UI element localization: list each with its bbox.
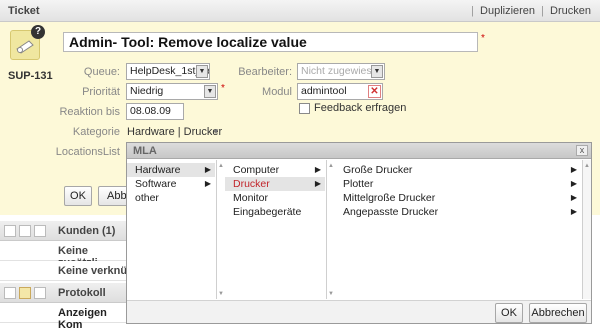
duplizieren-link[interactable]: Duplizieren — [477, 5, 538, 17]
chevron-right-icon: ▶ — [314, 165, 321, 174]
scroll-down-icon[interactable]: ▼ — [328, 291, 334, 297]
chevron-right-icon: ▶ — [570, 165, 577, 174]
required-mark: * — [481, 33, 485, 44]
modul-label: Modul — [262, 86, 292, 98]
mla-item-label: Software — [135, 178, 177, 190]
anzeigen-label: Anzeigen Kom — [58, 307, 107, 331]
mla-item-label: Hardware — [135, 164, 181, 176]
ticket-header: Ticket | Duplizieren | Drucken — [0, 0, 600, 22]
mla-item-label: other — [135, 192, 159, 204]
mla-header: MLA x — [127, 143, 591, 159]
mla-item-label: Monitor — [233, 192, 269, 204]
chevron-right-icon: ▶ — [570, 207, 577, 216]
mla-item-monitor[interactable]: Monitor — [225, 191, 325, 205]
chevron-right-icon: ▶ — [314, 179, 321, 188]
prioritaet-label: Priorität — [82, 86, 120, 98]
list-icon — [34, 287, 46, 299]
feedback-checkbox[interactable] — [299, 103, 310, 114]
mla-item-drucker[interactable]: Drucker ▶ — [225, 177, 325, 191]
chevron-right-icon: ▶ — [570, 193, 577, 202]
chevron-down-icon: ▼ — [196, 65, 208, 78]
row-icons — [4, 287, 49, 299]
queue-label: Queue: — [83, 66, 120, 78]
queue-select[interactable]: HelpDesk_1st_Le ▼ — [126, 63, 210, 80]
doc-icon — [19, 225, 31, 237]
separator: | — [471, 5, 474, 17]
mla-item-computer[interactable]: Computer ▶ — [225, 163, 325, 177]
prioritaet-value: Niedrig — [130, 85, 164, 97]
mla-column-3: ▲ ▼ Große Drucker ▶ Plotter ▶ Mittelgroße … — [327, 160, 583, 299]
mla-dialog: MLA x Hardware ▶ Software ▶ other ▲ ▼ Comp… — [126, 142, 592, 324]
mla-item-hardware[interactable]: Hardware ▶ — [127, 163, 215, 177]
mla-scrollbar[interactable]: ▲ — [583, 160, 591, 299]
mla-item-label: Angepasste Drucker — [343, 206, 439, 218]
ticket-header-title: Ticket — [8, 5, 40, 17]
drucken-link[interactable]: Drucken — [547, 5, 594, 17]
feedback-label: Feedback erfragen — [314, 102, 407, 114]
reaktion-label: Reaktion bis — [59, 106, 120, 118]
mla-item-software[interactable]: Software ▶ — [127, 177, 215, 191]
list-item: Keine zusätzli — [0, 241, 128, 269]
header-actions: | Duplizieren | Drucken — [471, 5, 594, 17]
mla-item-grosse-drucker[interactable]: Große Drucker ▶ — [335, 163, 581, 177]
ok-button[interactable]: OK — [64, 186, 92, 206]
chevron-right-icon: ▶ — [204, 179, 211, 188]
mla-item-label: Eingabegeräte — [233, 206, 302, 218]
bearbeiter-label: Bearbeiter: — [238, 66, 292, 78]
mla-item-eingabegeraete[interactable]: Eingabegeräte — [225, 205, 325, 219]
row-icons — [4, 225, 49, 237]
close-icon[interactable]: x — [576, 145, 588, 156]
protokoll-label: Protokoll — [58, 287, 106, 299]
kategorie-label: Kategorie — [72, 126, 120, 138]
mla-ok-button[interactable]: OK — [495, 303, 523, 323]
list-item: Anzeigen Kom — [0, 303, 128, 331]
mla-footer: OK Abbrechen — [127, 300, 591, 323]
kunden-label: Kunden (1) — [58, 225, 116, 237]
scroll-down-icon[interactable]: ▼ — [218, 291, 224, 297]
kunden-group-row[interactable]: Kunden (1) — [0, 221, 128, 241]
bearbeiter-value: Nicht zugewiese — [301, 65, 378, 77]
mla-item-other[interactable]: other — [127, 191, 215, 205]
list-item: Keine verknü — [0, 261, 128, 281]
kategorie-value[interactable]: Hardware | Drucker — [127, 126, 222, 138]
list-icon — [34, 225, 46, 237]
mla-item-plotter[interactable]: Plotter ▶ — [335, 177, 581, 191]
modul-input[interactable]: admintool ✕ — [297, 83, 383, 100]
clear-icon[interactable]: ✕ — [368, 85, 381, 98]
doc-icon — [19, 287, 31, 299]
scroll-up-icon[interactable]: ▲ — [584, 163, 590, 169]
mla-item-label: Große Drucker — [343, 164, 413, 176]
mla-item-angepasste-drucker[interactable]: Angepasste Drucker ▶ — [335, 205, 581, 219]
chevron-right-icon: ▶ — [204, 165, 211, 174]
mla-item-mittelgrosse-drucker[interactable]: Mittelgroße Drucker ▶ — [335, 191, 581, 205]
reaktion-date-input[interactable]: 08.08.09 — [126, 103, 184, 120]
help-badge-icon: ? — [31, 25, 45, 39]
bearbeiter-select[interactable]: Nicht zugewiese ▼ — [297, 63, 385, 80]
collapse-icon[interactable] — [4, 225, 16, 237]
prioritaet-select[interactable]: Niedrig ▼ — [126, 83, 218, 100]
separator: | — [541, 5, 544, 17]
keine-verknue-label: Keine verknü — [58, 265, 128, 277]
scroll-up-icon[interactable]: ▲ — [218, 163, 224, 169]
ticket-type-icon: ? — [10, 25, 45, 60]
mla-title: MLA — [133, 145, 157, 157]
chevron-down-icon[interactable]: ▼ — [212, 127, 220, 136]
ticket-title-input[interactable]: Admin- Tool: Remove localize value — [63, 32, 478, 52]
scroll-up-icon[interactable]: ▲ — [328, 163, 334, 169]
modul-value: admintool — [301, 85, 347, 97]
locations-label: LocationsList — [55, 146, 120, 158]
mla-item-label: Mittelgroße Drucker — [343, 192, 436, 204]
mla-item-label: Drucker — [233, 178, 270, 190]
mla-column-2: ▲ ▼ Computer ▶ Drucker ▶ Monitor Eingabege… — [217, 160, 327, 299]
mla-column-1: Hardware ▶ Software ▶ other — [127, 160, 217, 299]
mla-item-label: Plotter — [343, 178, 374, 190]
collapse-icon[interactable] — [4, 287, 16, 299]
protokoll-group-row[interactable]: Protokoll — [0, 283, 128, 303]
mla-item-label: Computer — [233, 164, 280, 176]
chevron-down-icon: ▼ — [371, 65, 383, 78]
chevron-right-icon: ▶ — [570, 179, 577, 188]
mla-cancel-button[interactable]: Abbrechen — [529, 303, 587, 323]
